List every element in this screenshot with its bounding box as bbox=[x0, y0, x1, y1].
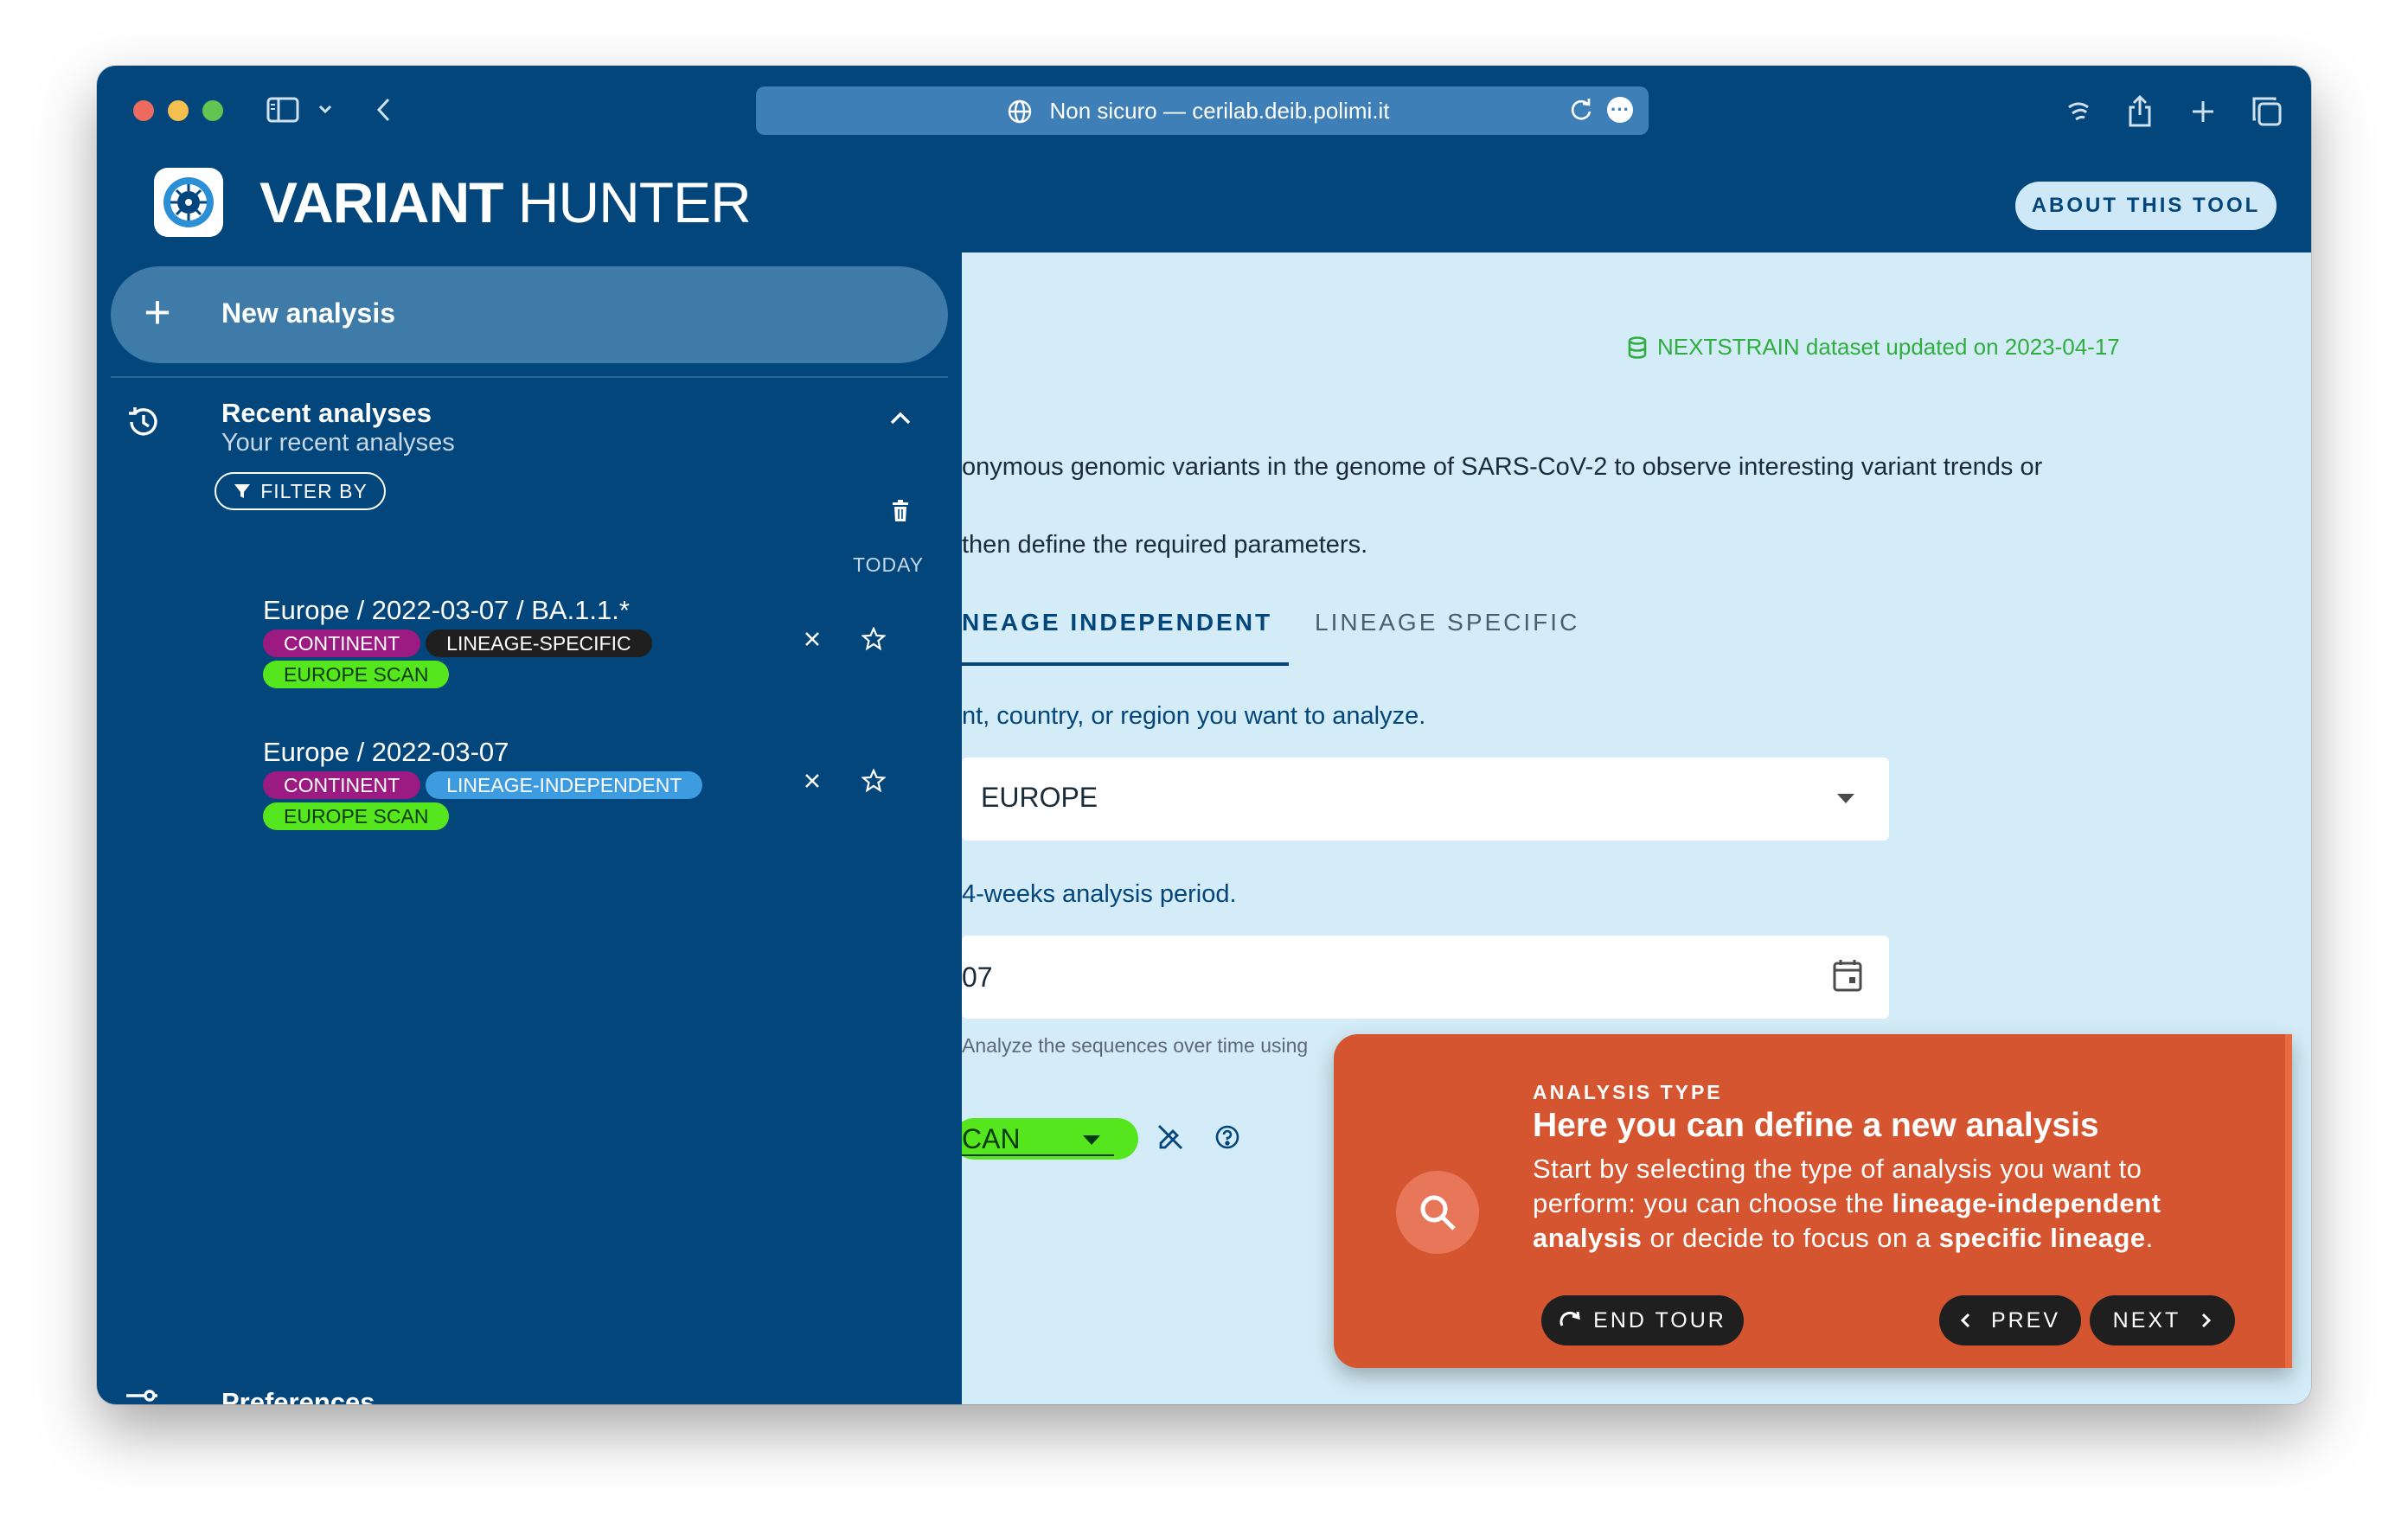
tour-popover: ANALYSIS TYPE Here you can define a new … bbox=[1334, 1034, 2292, 1368]
list-item[interactable]: Europe / 2022-03-07 CONTINENT LINEAGE-IND… bbox=[263, 737, 747, 830]
new-tab-icon[interactable] bbox=[2190, 99, 2216, 125]
dropdown-arrow-icon bbox=[1837, 794, 1854, 803]
end-tour-button[interactable]: END TOUR bbox=[1541, 1295, 1744, 1345]
extension-icon[interactable] bbox=[2065, 99, 2091, 123]
dropdown-arrow-icon bbox=[1083, 1135, 1100, 1145]
chevron-right-icon bbox=[2202, 1313, 2212, 1328]
star-icon[interactable] bbox=[861, 626, 887, 655]
date-group-label: TODAY bbox=[853, 553, 925, 576]
search-icon bbox=[1396, 1171, 1479, 1254]
calendar-icon[interactable] bbox=[1832, 958, 1863, 997]
scan-select-value: CAN bbox=[962, 1123, 1021, 1154]
prev-button[interactable]: PREV bbox=[1939, 1295, 2081, 1345]
tag-lineage-independent: LINEAGE-INDEPENDENT bbox=[426, 771, 703, 799]
description-line-1: onymous genomic variants in the genome o… bbox=[962, 453, 2043, 481]
globe-icon bbox=[1007, 99, 1033, 131]
tour-edge bbox=[2285, 1034, 2292, 1368]
sidebar-divider bbox=[111, 376, 948, 378]
prev-label: PREV bbox=[1990, 1307, 2061, 1333]
end-tour-label: END TOUR bbox=[1593, 1307, 1726, 1333]
database-icon bbox=[1628, 336, 1647, 359]
period-label: 4-weeks analysis period. bbox=[962, 880, 1237, 908]
new-analysis-button[interactable]: + New analysis bbox=[111, 266, 948, 363]
tag-europe-scan: EUROPE SCAN bbox=[263, 802, 450, 830]
minimize-window-button[interactable] bbox=[168, 100, 189, 121]
chevron-up-icon[interactable] bbox=[889, 410, 912, 430]
remove-analysis-icon[interactable] bbox=[803, 771, 822, 795]
tab-overview-icon[interactable] bbox=[2251, 95, 2283, 128]
preferences-icon[interactable] bbox=[123, 1385, 161, 1404]
scan-select-underline bbox=[962, 1154, 1114, 1156]
tag-continent: CONTINENT bbox=[263, 771, 421, 799]
date-field-value: 07 bbox=[962, 962, 993, 993]
active-tab-indicator bbox=[962, 662, 1289, 666]
tag-continent: CONTINENT bbox=[263, 630, 421, 657]
tab-lineage-independent[interactable]: NEAGE INDEPENDENT bbox=[962, 609, 1272, 636]
chevron-left-icon bbox=[1960, 1313, 1970, 1328]
edit-scan-icon[interactable] bbox=[1156, 1122, 1185, 1156]
star-icon[interactable] bbox=[861, 768, 887, 797]
sidebar: + New analysis Recent analyses Your rece… bbox=[97, 252, 962, 1404]
tour-headline: Here you can define a new analysis bbox=[1533, 1107, 2099, 1144]
next-button[interactable]: NEXT bbox=[2090, 1295, 2235, 1345]
title-bar: Non sicuro — cerilab.deib.polimi.it ··· bbox=[97, 66, 2311, 252]
recent-analyses-subtitle: Your recent analyses bbox=[221, 429, 455, 457]
dataset-notice: NEXTSTRAIN dataset updated on 2023-04-17 bbox=[1628, 334, 2120, 361]
plus-icon: + bbox=[144, 286, 171, 338]
tag-europe-scan: EUROPE SCAN bbox=[263, 661, 450, 688]
close-window-button[interactable] bbox=[133, 100, 154, 121]
skip-icon bbox=[1559, 1311, 1580, 1326]
new-analysis-label: New analysis bbox=[221, 297, 395, 329]
address-bar[interactable]: Non sicuro — cerilab.deib.polimi.it ··· bbox=[756, 86, 1649, 135]
preferences-label[interactable]: Preferences bbox=[221, 1387, 375, 1404]
zoom-window-button[interactable] bbox=[202, 100, 223, 121]
list-item[interactable]: Europe / 2022-03-07 / BA.1.1.* CONTINENT… bbox=[263, 595, 747, 688]
reload-icon[interactable] bbox=[1569, 97, 1593, 129]
tag-lineage-specific: LINEAGE-SPECIFIC bbox=[426, 630, 652, 657]
region-label: nt, country, or region you want to analy… bbox=[962, 702, 1426, 730]
tour-body-text: or decide to focus on a bbox=[1642, 1223, 1939, 1253]
help-icon[interactable] bbox=[1214, 1124, 1240, 1154]
description-line-2: then define the required parameters. bbox=[962, 531, 1368, 559]
date-field[interactable]: 07 bbox=[962, 936, 1889, 1019]
filter-by-button[interactable]: FILTER BY bbox=[215, 472, 386, 510]
app-title: VARIANT HUNTER bbox=[259, 169, 752, 235]
sidebar-toggle-icon[interactable] bbox=[266, 97, 299, 123]
tab-lineage-specific[interactable]: LINEAGE SPECIFIC bbox=[1315, 609, 1579, 636]
filter-by-label: FILTER BY bbox=[260, 479, 368, 502]
back-icon[interactable] bbox=[375, 97, 391, 123]
page-menu-icon[interactable]: ··· bbox=[1607, 97, 1633, 123]
tour-body: Start by selecting the type of analysis … bbox=[1533, 1152, 2251, 1256]
region-select-value: EUROPE bbox=[981, 782, 1098, 813]
tour-overline: ANALYSIS TYPE bbox=[1533, 1081, 1723, 1103]
remove-analysis-icon[interactable] bbox=[803, 630, 822, 653]
analysis-title: Europe / 2022-03-07 bbox=[263, 737, 509, 767]
dataset-notice-text: NEXTSTRAIN dataset updated on 2023-04-17 bbox=[1657, 334, 2120, 360]
app-logo bbox=[154, 168, 223, 237]
app-title-bold: VARIANT bbox=[259, 170, 503, 234]
analysis-title: Europe / 2022-03-07 / BA.1.1.* bbox=[263, 595, 630, 625]
browser-window: Non sicuro — cerilab.deib.polimi.it ··· bbox=[97, 66, 2311, 1404]
chevron-down-icon[interactable] bbox=[318, 104, 332, 114]
history-icon bbox=[125, 403, 163, 445]
app-title-light: HUNTER bbox=[517, 170, 752, 234]
helper-text: Analyze the sequences over time using bbox=[962, 1034, 1309, 1057]
delete-all-icon[interactable] bbox=[891, 500, 910, 527]
tour-body-emphasis: specific lineage bbox=[1938, 1223, 2146, 1253]
about-tool-button[interactable]: ABOUT THIS TOOL bbox=[2015, 182, 2277, 230]
filter-icon bbox=[234, 484, 251, 498]
region-select[interactable]: EUROPE bbox=[962, 757, 1889, 841]
scan-select[interactable]: CAN bbox=[962, 1118, 1138, 1160]
share-icon[interactable] bbox=[2126, 93, 2154, 128]
url-text: Non sicuro — cerilab.deib.polimi.it bbox=[1049, 97, 1390, 124]
tour-body-text: . bbox=[2145, 1223, 2154, 1253]
recent-analyses-title: Recent analyses bbox=[221, 398, 432, 428]
next-label: NEXT bbox=[2112, 1307, 2181, 1333]
